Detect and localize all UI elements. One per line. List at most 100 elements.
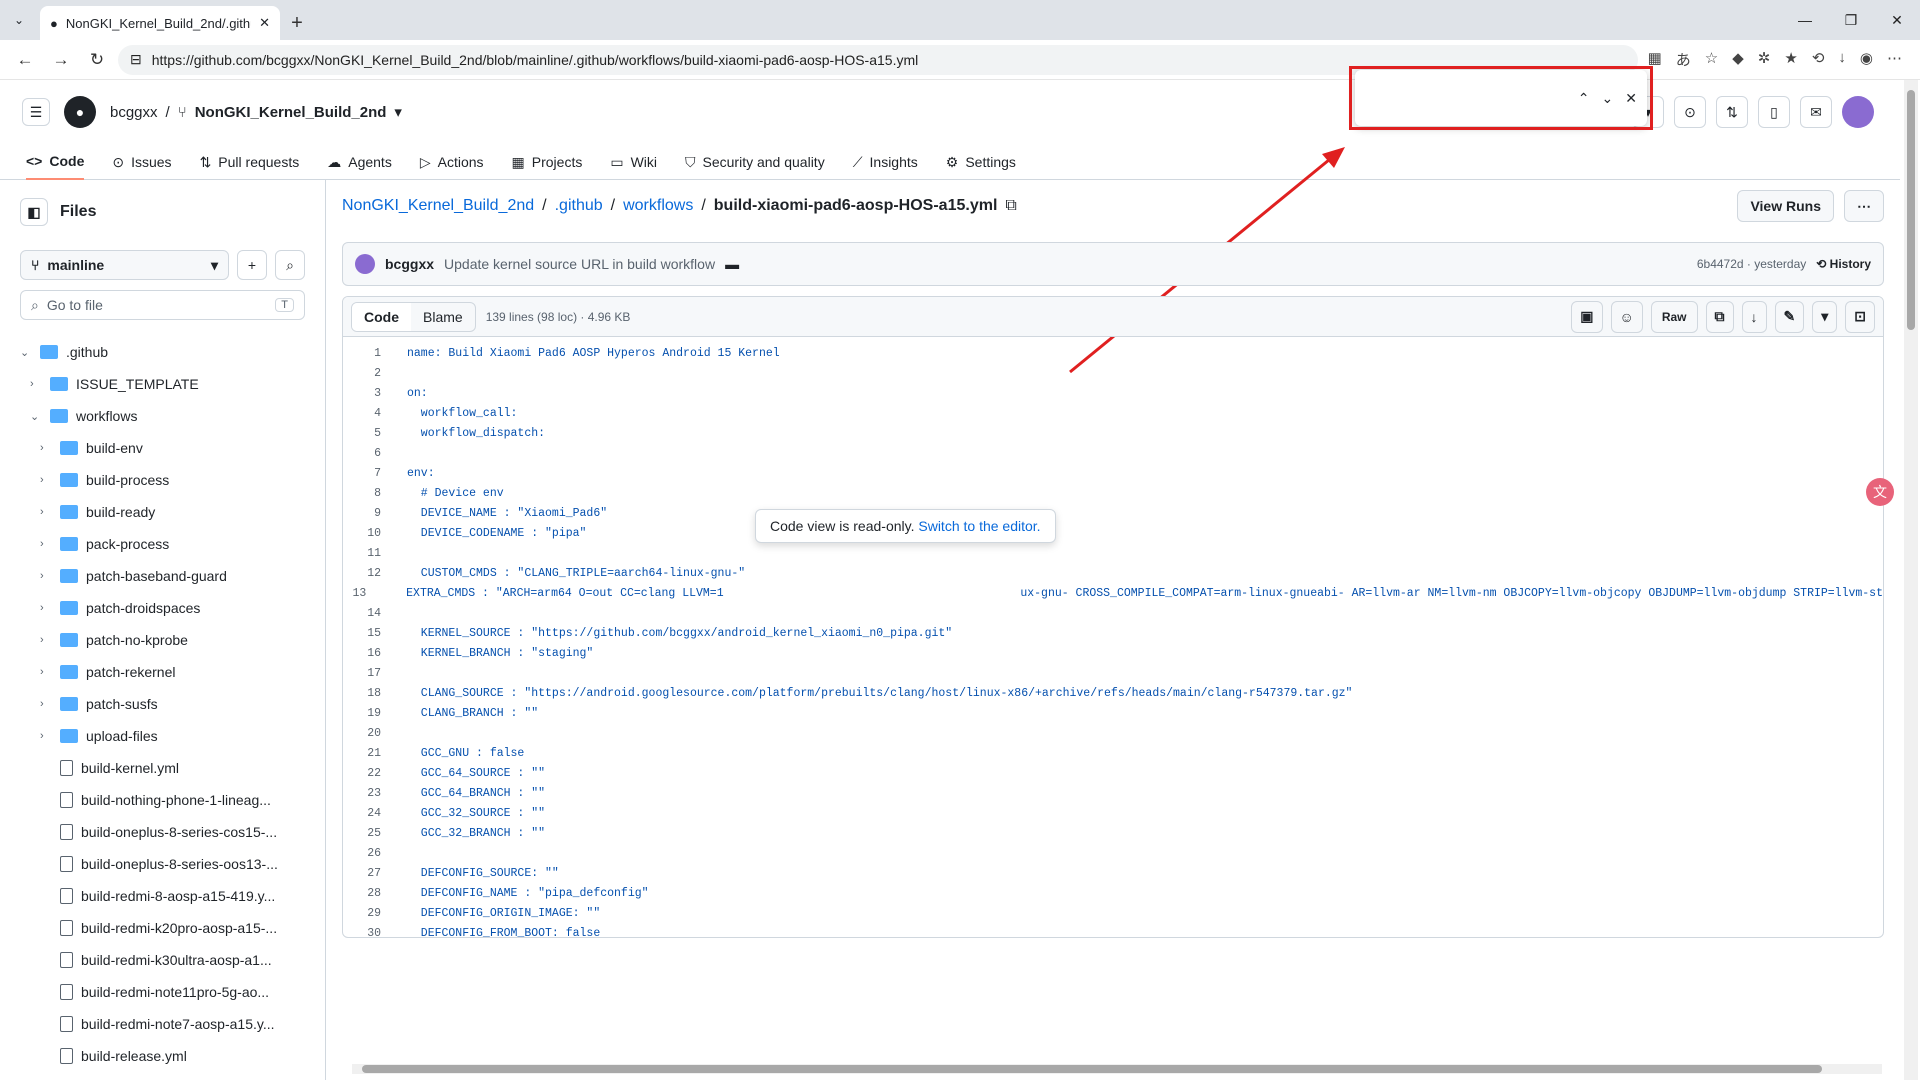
tree-item[interactable]: build-nothing-phone-1-lineag... bbox=[20, 784, 305, 816]
scroll-thumb[interactable] bbox=[1907, 90, 1915, 330]
tree-item[interactable]: › upload-files bbox=[20, 720, 305, 752]
line-number[interactable]: 18 bbox=[343, 687, 407, 700]
line-number[interactable]: 2 bbox=[343, 367, 407, 380]
search-button[interactable]: ⌕ bbox=[275, 250, 305, 280]
crumb-workflows[interactable]: workflows bbox=[623, 197, 693, 215]
latest-commit: bcggxx Update kernel source URL in build… bbox=[342, 242, 1884, 286]
expand-commit-icon[interactable]: ▬ bbox=[725, 256, 739, 272]
tree-item[interactable]: build-redmi-8-aosp-a15-419.y... bbox=[20, 880, 305, 912]
author-avatar[interactable] bbox=[355, 254, 375, 274]
line-number[interactable]: 17 bbox=[343, 667, 407, 680]
tree-item-label: upload-files bbox=[86, 728, 158, 744]
history-link[interactable]: ⟲ History bbox=[1816, 257, 1871, 271]
file-view: NonGKI_Kernel_Build_2nd / .github / workfl… bbox=[342, 180, 1884, 1080]
crumb-separator: / bbox=[610, 197, 616, 214]
tree-item[interactable]: › patch-no-kprobe bbox=[20, 624, 305, 656]
tree-item[interactable]: build-kernel.yml bbox=[20, 752, 305, 784]
line-number[interactable]: 15 bbox=[343, 627, 407, 640]
tree-item[interactable]: › build-env bbox=[20, 432, 305, 464]
code-view-tab[interactable]: Code bbox=[352, 302, 411, 331]
switch-editor-link[interactable]: Switch to the editor. bbox=[918, 518, 1040, 534]
view-runs-button[interactable]: View Runs bbox=[1737, 190, 1834, 222]
code-line: 8 # Device env bbox=[343, 483, 1883, 503]
horizontal-scrollbar[interactable] bbox=[352, 1064, 1882, 1074]
line-number[interactable]: 25 bbox=[343, 827, 407, 840]
line-number[interactable]: 28 bbox=[343, 887, 407, 900]
line-number[interactable]: 23 bbox=[343, 787, 407, 800]
open-codespace-icon[interactable]: ▣ bbox=[1571, 300, 1603, 333]
line-number[interactable]: 22 bbox=[343, 767, 407, 780]
hscroll-thumb[interactable] bbox=[362, 1065, 1822, 1073]
line-number[interactable]: 6 bbox=[343, 447, 407, 460]
edit-file-icon[interactable]: ✎ bbox=[1774, 300, 1805, 333]
code-line: 19 CLANG_BRANCH : "" bbox=[343, 703, 1883, 723]
commit-message[interactable]: Update kernel source URL in build workfl… bbox=[444, 256, 715, 272]
copilot-icon[interactable]: ☺ bbox=[1610, 300, 1643, 333]
edit-dropdown-icon[interactable]: ▾ bbox=[1812, 300, 1838, 333]
tree-item[interactable]: build-release.yml bbox=[20, 1040, 305, 1072]
copy-path-icon[interactable]: ⧉ bbox=[1005, 197, 1016, 215]
tree-item[interactable]: › patch-susfs bbox=[20, 688, 305, 720]
tree-item[interactable]: › build-process bbox=[20, 464, 305, 496]
tree-item[interactable]: build-oneplus-8-series-cos15-... bbox=[20, 816, 305, 848]
line-number[interactable]: 7 bbox=[343, 467, 407, 480]
raw-button[interactable]: Raw bbox=[1650, 300, 1698, 333]
line-number[interactable]: 3 bbox=[343, 387, 407, 400]
line-number[interactable]: 8 bbox=[343, 487, 407, 500]
line-number[interactable]: 4 bbox=[343, 407, 407, 420]
symbols-panel-icon[interactable]: ⊡ bbox=[1845, 300, 1875, 333]
translate-float-icon[interactable]: 文 bbox=[1866, 478, 1894, 506]
tree-item[interactable]: ⌄ workflows bbox=[20, 400, 305, 432]
tree-item[interactable]: › patch-baseband-guard bbox=[20, 560, 305, 592]
tree-item[interactable]: › patch-rekernel bbox=[20, 656, 305, 688]
line-number[interactable]: 20 bbox=[343, 727, 407, 740]
go-to-file-input[interactable]: ⌕ Go to file T bbox=[20, 290, 305, 320]
copy-raw-icon[interactable]: ⧉ bbox=[1705, 300, 1734, 333]
line-number[interactable]: 27 bbox=[343, 867, 407, 880]
commit-author[interactable]: bcggxx bbox=[385, 256, 434, 272]
tree-item[interactable]: › build-ready bbox=[20, 496, 305, 528]
code-line: 3 on: bbox=[343, 383, 1883, 403]
line-number[interactable]: 9 bbox=[343, 507, 407, 520]
more-options-button[interactable]: ⋯ bbox=[1844, 190, 1884, 222]
line-number[interactable]: 12 bbox=[343, 567, 407, 580]
branch-selector[interactable]: ⑂ mainline ▾ bbox=[20, 250, 229, 280]
tree-item-label: build-env bbox=[86, 440, 143, 456]
code-line: 4 workflow_call: bbox=[343, 403, 1883, 423]
tree-item[interactable]: build-redmi-note7-aosp-a15.y... bbox=[20, 1008, 305, 1040]
line-number[interactable]: 29 bbox=[343, 907, 407, 920]
line-number[interactable]: 5 bbox=[343, 427, 407, 440]
page-scrollbar[interactable] bbox=[1904, 80, 1918, 1080]
line-number[interactable]: 13 bbox=[343, 587, 392, 600]
tree-item[interactable]: build-oneplus-8-series-oos13-... bbox=[20, 848, 305, 880]
line-number[interactable]: 26 bbox=[343, 847, 407, 860]
line-number[interactable]: 30 bbox=[343, 927, 407, 938]
tree-item[interactable]: › pack-process bbox=[20, 528, 305, 560]
line-number[interactable]: 16 bbox=[343, 647, 407, 660]
collapse-sidebar-icon[interactable]: ◧ bbox=[20, 198, 48, 226]
tree-item[interactable]: › ISSUE_TEMPLATE bbox=[20, 368, 305, 400]
line-number[interactable]: 14 bbox=[343, 607, 407, 620]
add-file-button[interactable]: + bbox=[237, 250, 267, 280]
tree-item[interactable]: › patch-droidspaces bbox=[20, 592, 305, 624]
line-number[interactable]: 10 bbox=[343, 527, 407, 540]
code-line: 23 GCC_64_BRANCH : "" bbox=[343, 783, 1883, 803]
line-number[interactable]: 19 bbox=[343, 707, 407, 720]
line-number[interactable]: 11 bbox=[343, 547, 407, 560]
blame-view-tab[interactable]: Blame bbox=[411, 303, 475, 331]
crumb-repo[interactable]: NonGKI_Kernel_Build_2nd bbox=[342, 197, 534, 215]
line-number[interactable]: 24 bbox=[343, 807, 407, 820]
line-text: EXTRA_CMDS : "ARCH=arm64 O=out CC=clang … bbox=[392, 586, 1883, 600]
tree-item-label: patch-no-kprobe bbox=[86, 632, 188, 648]
tree-item[interactable]: build-redmi-k20pro-aosp-a15-... bbox=[20, 912, 305, 944]
download-raw-icon[interactable]: ↓ bbox=[1741, 300, 1767, 333]
line-number[interactable]: 21 bbox=[343, 747, 407, 760]
line-number[interactable]: 1 bbox=[343, 347, 407, 360]
crumb-github[interactable]: .github bbox=[555, 197, 603, 215]
tree-item[interactable]: ⌄ .github bbox=[20, 336, 305, 368]
line-text: DEFCONFIG_FROM_BOOT: false bbox=[407, 926, 601, 938]
folder-icon bbox=[50, 377, 68, 391]
commit-sha[interactable]: 6b4472d · yesterday bbox=[1697, 257, 1806, 271]
tree-item[interactable]: build-redmi-note11pro-5g-ao... bbox=[20, 976, 305, 1008]
tree-item[interactable]: build-redmi-k30ultra-aosp-a1... bbox=[20, 944, 305, 976]
